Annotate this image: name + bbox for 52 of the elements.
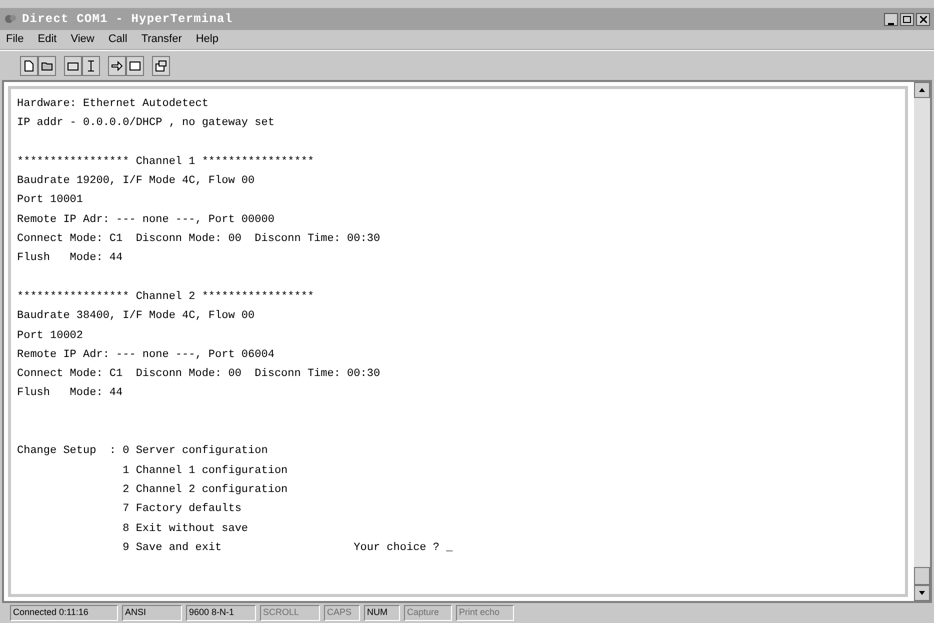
status-panel: SCROLL bbox=[260, 605, 320, 621]
status-panel: Print echo bbox=[456, 605, 514, 621]
menu-item[interactable]: Transfer bbox=[141, 31, 182, 48]
window-title: Direct COM1 - HyperTerminal bbox=[22, 11, 233, 28]
menu-item[interactable]: Call bbox=[108, 31, 128, 48]
document-icon bbox=[24, 60, 34, 72]
terminal-line: Port 10001 bbox=[17, 194, 84, 206]
maximize-icon bbox=[903, 16, 911, 22]
scrollbar[interactable] bbox=[914, 82, 930, 601]
status-panel: CAPS bbox=[324, 605, 360, 621]
properties-icon bbox=[155, 60, 167, 72]
terminal-line: 1 Channel 1 configuration bbox=[122, 464, 288, 477]
status-panel: NUM bbox=[364, 605, 400, 621]
terminal-line: Change Setup : 0 Server configuration bbox=[17, 445, 268, 458]
scroll-thumb[interactable] bbox=[914, 567, 930, 585]
terminal-line: Port 10002 bbox=[17, 330, 84, 342]
status-panel: Capture bbox=[404, 605, 452, 621]
terminal-line: Baudrate 38400, I/F Mode 4C, Flow 00 bbox=[17, 310, 255, 322]
terminal-line: Remote IP Adr: --- none ---, Port 00000 bbox=[17, 214, 274, 226]
new-document-button[interactable] bbox=[20, 56, 38, 76]
terminal-app-icon bbox=[4, 12, 18, 26]
menu-item[interactable]: Help bbox=[196, 31, 218, 48]
minimize-button[interactable] bbox=[884, 12, 898, 26]
menu-item[interactable]: Edit bbox=[38, 31, 57, 48]
terminal-line: Hardware: Ethernet Autodetect bbox=[17, 98, 208, 110]
maximize-button[interactable] bbox=[900, 12, 914, 26]
terminal-line: ***************** Channel 2 ***************** bbox=[17, 290, 314, 303]
terminal-line: Flush Mode: 44 bbox=[17, 252, 123, 264]
close-button[interactable] bbox=[916, 12, 930, 26]
open-folder-button[interactable] bbox=[38, 56, 56, 76]
folder-icon bbox=[41, 60, 53, 70]
status-panel: 9600 8-N-1 bbox=[186, 605, 256, 621]
status-panel: Connected 0:11:16 bbox=[10, 605, 118, 621]
menu-item[interactable]: View bbox=[70, 31, 94, 48]
menu-item[interactable]: File bbox=[6, 31, 24, 48]
terminal-line: 9 Save and exit Your choice ? _ bbox=[122, 542, 453, 554]
properties-button[interactable] bbox=[152, 56, 170, 76]
terminal-line: 2 Channel 2 configuration bbox=[122, 484, 288, 496]
send-file-icon bbox=[111, 60, 123, 70]
terminal-line: Connect Mode: C1 Disconn Mode: 00 Disconn Time: 00:30 bbox=[17, 233, 380, 246]
terminal-line: ***************** Channel 1 ***************** bbox=[17, 156, 314, 168]
terminal-line: Baudrate 19200, I/F Mode 4C, Flow 00 bbox=[17, 175, 255, 188]
terminal-line: 8 Exit without save bbox=[122, 522, 248, 535]
status-panel: ANSI bbox=[122, 605, 182, 621]
terminal-line: Connect Mode: C1 Disconn Mode: 00 Disconn Time: 00:30 bbox=[17, 368, 380, 380]
send-button[interactable] bbox=[108, 56, 126, 76]
close-icon bbox=[920, 16, 926, 22]
terminal-line: Remote IP Adr: --- none ---, Port 06004 bbox=[17, 348, 274, 361]
minimize-icon bbox=[888, 22, 894, 24]
terminal-line: IP addr - 0.0.0.0/DHCP , no gateway set bbox=[17, 117, 274, 130]
terminal-line: 7 Factory defaults bbox=[122, 503, 242, 516]
terminal-line: Flush Mode: 44 bbox=[17, 387, 123, 400]
